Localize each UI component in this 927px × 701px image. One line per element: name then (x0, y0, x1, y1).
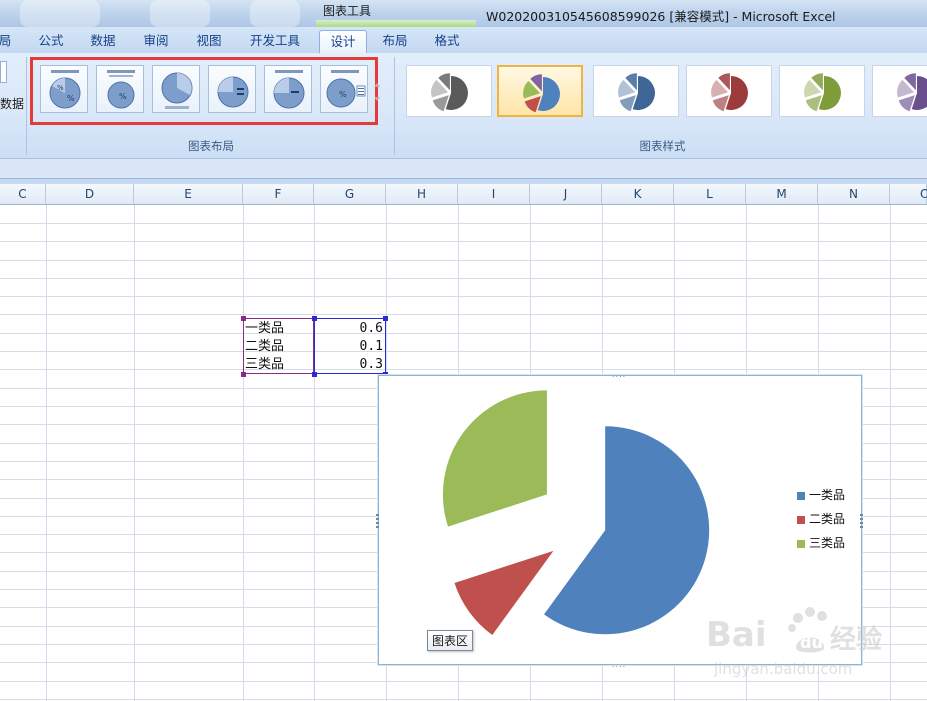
column-header-o[interactable]: O (890, 184, 927, 204)
layout-gallery-scroll[interactable] (372, 67, 382, 117)
baidu-watermark-logo: Bai du 经验 jingyan.baidu.com (706, 607, 882, 678)
legend-swatch-3 (797, 539, 805, 548)
chart-style-5-button[interactable] (779, 65, 865, 117)
value-range-highlight (314, 318, 386, 374)
range-handle[interactable] (383, 316, 388, 321)
tab-view[interactable]: 视图 (188, 30, 230, 52)
legend-label-1: 一类品 (809, 488, 846, 502)
range-handle[interactable] (241, 316, 246, 321)
chart-style-preview-icon (618, 73, 655, 112)
legend-label-2: 二类品 (809, 512, 846, 526)
range-handle[interactable] (312, 316, 317, 321)
group-separator (26, 57, 27, 155)
resize-grip-top[interactable]: .... (612, 371, 630, 379)
title-bar: 图表工具 W02020031054560859​9026 [兼容模式] - Mi… (0, 0, 927, 27)
column-headers: C D E F G H I J K L M N O (0, 184, 927, 205)
select-data-button-label[interactable]: 数据 (0, 95, 24, 112)
chart-style-3-button[interactable] (593, 65, 679, 117)
legend-item-3[interactable]: 三类品 (797, 535, 845, 551)
formula-bar-area (0, 158, 927, 179)
grid-row-line (0, 369, 927, 370)
svg-text:经验: 经验 (830, 624, 882, 655)
range-handle[interactable] (241, 372, 246, 377)
pie-slice-3[interactable] (442, 390, 547, 527)
tab-format[interactable]: 格式 (425, 30, 469, 52)
grid-row-line (0, 333, 927, 334)
chart-tools-context-strip (316, 20, 476, 27)
layout-highlight-box (30, 57, 378, 125)
ribbon: 数据 % % % % 图表布局 图表样式 (0, 53, 927, 158)
column-header-n[interactable]: N (818, 184, 890, 204)
range-handle[interactable] (312, 372, 317, 377)
chart-tools-context-label: 图表工具 (322, 4, 371, 18)
pie-slice-2[interactable] (454, 550, 554, 636)
chart-styles-group-label: 图表样式 (639, 139, 686, 153)
svg-text:du: du (800, 633, 823, 652)
grid-row-line (0, 260, 927, 261)
column-header-h[interactable]: H (386, 184, 458, 204)
tab-layout[interactable]: 布局 (373, 30, 417, 52)
legend-label-3: 三类品 (809, 536, 846, 550)
chart-style-preview-icon (804, 73, 841, 112)
column-header-c[interactable]: C (0, 184, 46, 204)
tab-review[interactable]: 审阅 (135, 30, 177, 52)
legend-swatch-2 (797, 515, 805, 524)
resize-grip-bottom[interactable]: .... (612, 661, 630, 669)
tab-design[interactable]: 设计 (319, 30, 367, 54)
chart-style-preview-icon (523, 74, 560, 113)
svg-text:Bai: Bai (706, 615, 767, 655)
chart-style-1-button[interactable] (406, 65, 492, 117)
resize-grip-right[interactable] (860, 514, 863, 528)
pie-slice-1[interactable] (544, 426, 710, 635)
chart-style-2-button[interactable] (497, 65, 583, 117)
column-header-i[interactable]: I (458, 184, 530, 204)
resize-grip-left[interactable] (376, 514, 379, 528)
legend-swatch-1 (797, 491, 805, 500)
chart-area-tooltip: 图表区 (427, 630, 474, 651)
column-header-f[interactable]: F (243, 184, 314, 204)
window-title: W02020031054560859​9026 [兼容模式] - Microso… (486, 9, 836, 24)
column-header-j[interactable]: J (530, 184, 602, 204)
grid-row-line (0, 241, 927, 242)
grid-row-line (0, 699, 927, 700)
legend-item-1[interactable]: 一类品 (797, 487, 845, 503)
chart-style-4-button[interactable] (686, 65, 772, 117)
column-header-g[interactable]: G (314, 184, 386, 204)
grid-row-line (0, 296, 927, 297)
select-data-icon[interactable] (0, 61, 7, 83)
category-range-highlight (243, 318, 314, 374)
column-header-m[interactable]: M (746, 184, 818, 204)
column-header-l[interactable]: L (674, 184, 746, 204)
grid-row-line (0, 223, 927, 224)
tab-page-layout[interactable]: 局 (0, 30, 14, 52)
tab-formulas[interactable]: 公式 (30, 30, 72, 52)
group-separator (394, 57, 395, 155)
ribbon-tab-row: 局 公式 数据 审阅 视图 开发工具 设计 布局 格式 (0, 27, 927, 54)
chart-style-preview-icon (431, 73, 468, 112)
chart-layouts-group-label: 图表布局 (188, 139, 234, 153)
column-header-d[interactable]: D (46, 184, 134, 204)
legend-item-2[interactable]: 二类品 (797, 511, 845, 527)
chart-style-preview-icon (897, 73, 927, 112)
chart-style-6-button[interactable] (872, 65, 927, 117)
column-header-e[interactable]: E (134, 184, 243, 204)
chart-style-preview-icon (711, 73, 748, 112)
tab-developer[interactable]: 开发工具 (243, 30, 307, 52)
gallery-scroll-arrows-icon (374, 83, 380, 101)
baidu-jingyan-watermark: Bai du 经验 jingyan.baidu.com (700, 596, 890, 686)
grid-row-line (0, 314, 927, 315)
grid-row-line (0, 278, 927, 279)
svg-text:jingyan.baidu.com: jingyan.baidu.com (713, 660, 852, 678)
grid-row-line (0, 351, 927, 352)
column-header-k[interactable]: K (602, 184, 674, 204)
tab-data[interactable]: 数据 (82, 30, 124, 52)
